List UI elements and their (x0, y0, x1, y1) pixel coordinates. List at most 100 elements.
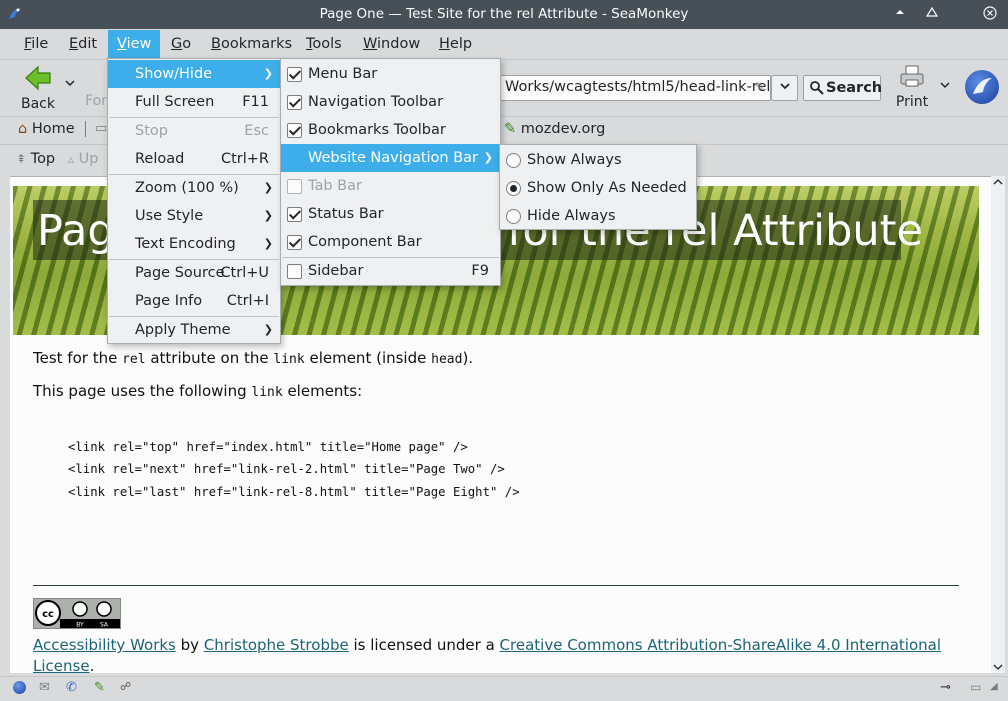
p1-text-e: element (inside (304, 349, 432, 367)
composer-icon[interactable]: ✎ (94, 680, 105, 695)
p1-code-link: link (273, 352, 305, 367)
sitenav-top[interactable]: ⇞ Top (16, 151, 55, 167)
toggle-navigation-toolbar[interactable]: Navigation Toolbar (281, 88, 500, 116)
menu-help[interactable]: Help (430, 30, 481, 58)
menu-edit[interactable]: Edit (60, 30, 106, 58)
menu-help-rest: elp (449, 36, 473, 52)
bookmark-home[interactable]: ⌂ Home (18, 121, 75, 137)
back-label: Back (21, 96, 55, 112)
checkbox-unchecked[interactable] (287, 179, 302, 194)
view-menu-text-encoding[interactable]: Text Encoding ❯ (108, 230, 280, 258)
sitenav-show-always[interactable]: Show Always (500, 146, 696, 174)
sitenav-hide-always[interactable]: Hide Always (500, 202, 696, 230)
menu-window[interactable]: Window (354, 30, 429, 58)
print-dropdown[interactable] (937, 78, 953, 94)
checkbox-unchecked[interactable] (287, 264, 302, 279)
link-accessibility-works[interactable]: Accessibility Works (33, 636, 176, 654)
show-hide-item-label: Tab Bar (308, 178, 362, 194)
view-menu-stop[interactable]: Stop Esc (108, 117, 280, 145)
radio-selected[interactable] (506, 181, 521, 196)
checkbox-checked[interactable] (287, 207, 302, 222)
toggle-tab-bar[interactable]: Tab Bar (281, 172, 500, 200)
menu-window-key: W (363, 36, 378, 52)
cc-by-sa-badge[interactable]: cc BY SA (33, 598, 121, 629)
chat-icon[interactable]: ✆ (66, 680, 77, 695)
radio-unselected[interactable] (506, 209, 521, 224)
resize-grip-icon[interactable]: ◢ (990, 681, 998, 692)
view-menu-reload[interactable]: Reload Ctrl+R (108, 145, 280, 173)
show-hide-item-label: Sidebar (308, 263, 364, 279)
view-menu-item-label: Reload (135, 151, 185, 167)
menu-edit-rest: dit (78, 36, 98, 52)
view-menu-item-label: Page Source (135, 265, 225, 281)
intro-paragraph: Test for the rel attribute on the link e… (33, 349, 473, 367)
view-menu-full-screen[interactable]: Full Screen F11 (108, 88, 280, 116)
show-hide-item-label: Bookmarks Toolbar (308, 122, 446, 138)
link-license-name[interactable]: Creative Commons Attribution-ShareAlike … (500, 636, 941, 654)
url-dropdown-button[interactable] (771, 75, 798, 101)
view-menu-item-label: Apply Theme (135, 322, 231, 338)
menu-file[interactable]: File (15, 30, 57, 58)
menu-go[interactable]: Go (162, 30, 200, 58)
navigator-icon[interactable] (13, 681, 26, 694)
p1-code-rel: rel (122, 352, 146, 367)
show-hide-item-accel: F9 (471, 263, 489, 279)
vertical-scrollbar[interactable] (991, 176, 1005, 673)
p1-text-a: Test for the (33, 349, 123, 367)
show-hide-item-label: Navigation Toolbar (308, 94, 444, 110)
checkbox-checked[interactable] (287, 123, 302, 138)
menu-tools-rest: ools (312, 36, 342, 52)
checkbox-checked[interactable] (287, 95, 302, 110)
show-hide-item-label: Website Navigation Bar (308, 150, 479, 166)
view-menu-zoom[interactable]: Zoom (100 %) ❯ (108, 174, 280, 202)
toggle-bookmarks-toolbar[interactable]: Bookmarks Toolbar (281, 116, 500, 144)
p2-text-c: elements: (282, 382, 363, 400)
menu-window-rest: indow (377, 36, 421, 52)
link-license-tail[interactable]: License (33, 657, 90, 673)
chevron-down-icon (65, 80, 75, 87)
p1-text-c: attribute on the (145, 349, 274, 367)
menu-tools[interactable]: Tools (297, 30, 351, 58)
menu-go-rest: o (182, 36, 192, 52)
toggle-menu-bar[interactable]: Menu Bar (281, 60, 500, 88)
maximize-icon (925, 6, 939, 17)
url-field[interactable]: Works/wcagtests/html5/head-link-rel/l (498, 75, 771, 101)
menu-view[interactable]: View (108, 30, 161, 58)
checkbox-checked[interactable] (287, 235, 302, 250)
view-menu-apply-theme[interactable]: Apply Theme ❯ (108, 316, 280, 344)
close-button[interactable] (982, 6, 998, 22)
back-dropdown[interactable] (62, 78, 78, 91)
view-menu-show-hide[interactable]: Show/Hide ❯ (108, 60, 280, 88)
p1-text-g: ). (462, 349, 474, 367)
view-menu-page-source[interactable]: Page Source Ctrl+U (108, 259, 280, 287)
toggle-component-bar[interactable]: Component Bar (281, 228, 500, 256)
mail-icon[interactable]: ✉ (39, 680, 50, 695)
checkbox-checked[interactable] (287, 67, 302, 82)
view-menu-use-style[interactable]: Use Style ❯ (108, 202, 280, 230)
menu-bookmarks[interactable]: Bookmarks (202, 30, 301, 58)
address-book-icon[interactable]: ☍ (120, 680, 131, 693)
bookmark-mozdev[interactable]: ✎ mozdev.org (504, 121, 605, 137)
maximize-button[interactable] (924, 6, 940, 22)
toggle-status-bar[interactable]: Status Bar (281, 200, 500, 228)
link-author[interactable]: Christophe Strobbe (204, 636, 349, 654)
view-menu-page-info[interactable]: Page Info Ctrl+I (108, 287, 280, 315)
view-menu-item-accel: Esc (244, 123, 269, 139)
toggle-sidebar[interactable]: Sidebar F9 (281, 257, 500, 285)
back-button[interactable]: Back (14, 64, 62, 112)
sitenav-up[interactable]: ▵ Up (68, 151, 98, 167)
sitenav-show-as-needed[interactable]: Show Only As Needed (500, 174, 696, 202)
search-button[interactable]: Search (803, 75, 882, 101)
scroll-up-icon (993, 179, 1003, 185)
top-icon: ⇞ (16, 152, 27, 166)
forward-button[interactable]: For (84, 93, 108, 109)
sitenav-top-label: Top (30, 151, 56, 167)
chevron-right-icon: ❯ (483, 151, 493, 164)
bookmark-pencil-icon[interactable]: ✎ (755, 80, 765, 94)
folder-icon[interactable]: ▭ (95, 121, 107, 136)
website-navigation-bar-item[interactable]: Website Navigation Bar ❯ (281, 144, 500, 172)
online-status-icon[interactable]: ⊸ (940, 680, 951, 695)
print-button[interactable]: Print (893, 64, 931, 110)
minimize-button[interactable] (892, 6, 908, 22)
radio-unselected[interactable] (506, 153, 521, 168)
